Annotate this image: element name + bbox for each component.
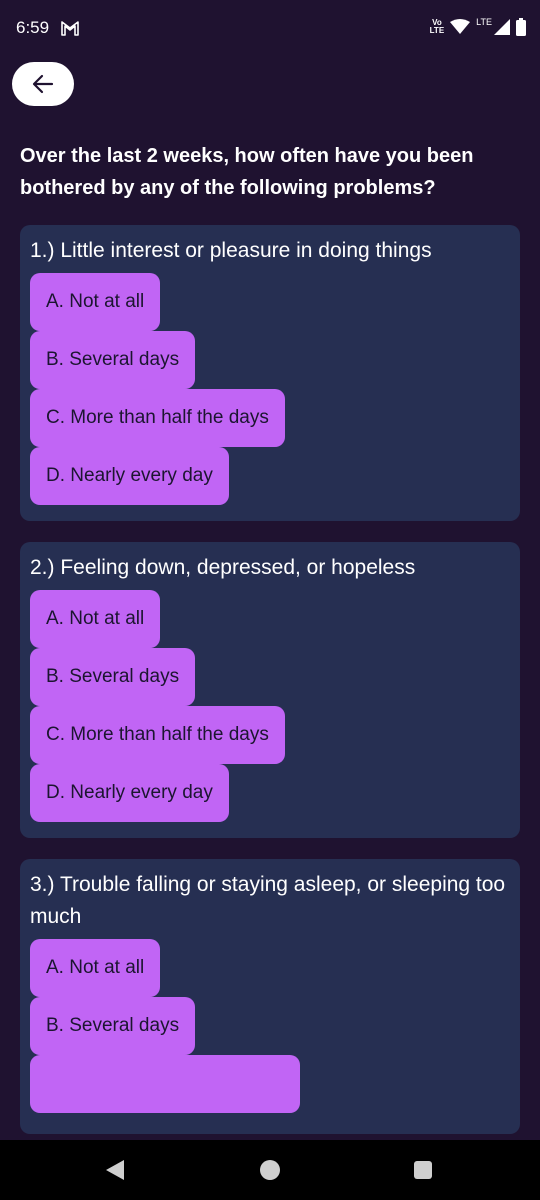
option-c-button[interactable]: C. More than half the days bbox=[30, 706, 285, 764]
back-button[interactable] bbox=[12, 62, 74, 106]
gmail-icon bbox=[61, 21, 79, 36]
lte-label: LTE bbox=[476, 17, 492, 27]
option-a-button[interactable]: A. Not at all bbox=[30, 939, 161, 997]
option-c-button[interactable]: C. More than half the days bbox=[30, 389, 285, 447]
option-b-button[interactable]: B. Several days bbox=[30, 997, 196, 1055]
question-text: 3.) Trouble falling or staying asleep, o… bbox=[30, 873, 506, 928]
nav-home-icon[interactable] bbox=[260, 1160, 280, 1180]
question-text: 2.) Feeling down, depressed, or hopeless bbox=[30, 556, 416, 579]
option-d-button[interactable]: D. Nearly every day bbox=[30, 764, 229, 822]
page-title: Over the last 2 weeks, how often have yo… bbox=[20, 145, 474, 199]
question-list: 1.) Little interest or pleasure in doing… bbox=[20, 225, 520, 1155]
status-bar: 6:59 Vo LTE LTE bbox=[0, 0, 540, 58]
question-card-2: 2.) Feeling down, depressed, or hopeless… bbox=[20, 542, 520, 838]
option-d-button[interactable]: D. Nearly every day bbox=[30, 447, 229, 505]
question-text: 1.) Little interest or pleasure in doing… bbox=[30, 239, 432, 262]
status-time: 6:59 bbox=[16, 18, 50, 37]
wifi-icon bbox=[450, 19, 471, 34]
question-card-1: 1.) Little interest or pleasure in doing… bbox=[20, 225, 520, 521]
signal-icon bbox=[494, 19, 510, 35]
nav-back-icon[interactable] bbox=[106, 1160, 124, 1180]
nav-recents-icon[interactable] bbox=[414, 1161, 432, 1179]
option-a-button[interactable]: A. Not at all bbox=[30, 590, 161, 648]
volte-icon: Vo LTE bbox=[430, 19, 445, 35]
option-a-button[interactable]: A. Not at all bbox=[30, 273, 161, 331]
status-icons: Vo LTE LTE bbox=[430, 16, 526, 38]
question-card-3: 3.) Trouble falling or staying asleep, o… bbox=[20, 859, 520, 1134]
volte-bottom-label: LTE bbox=[429, 26, 445, 35]
option-b-button[interactable]: B. Several days bbox=[30, 648, 196, 706]
option-b-button[interactable]: B. Several days bbox=[30, 331, 196, 389]
system-nav-bar bbox=[0, 1140, 540, 1200]
battery-icon bbox=[516, 18, 526, 36]
option-c-button[interactable] bbox=[30, 1055, 300, 1113]
arrow-left-icon bbox=[32, 74, 54, 94]
